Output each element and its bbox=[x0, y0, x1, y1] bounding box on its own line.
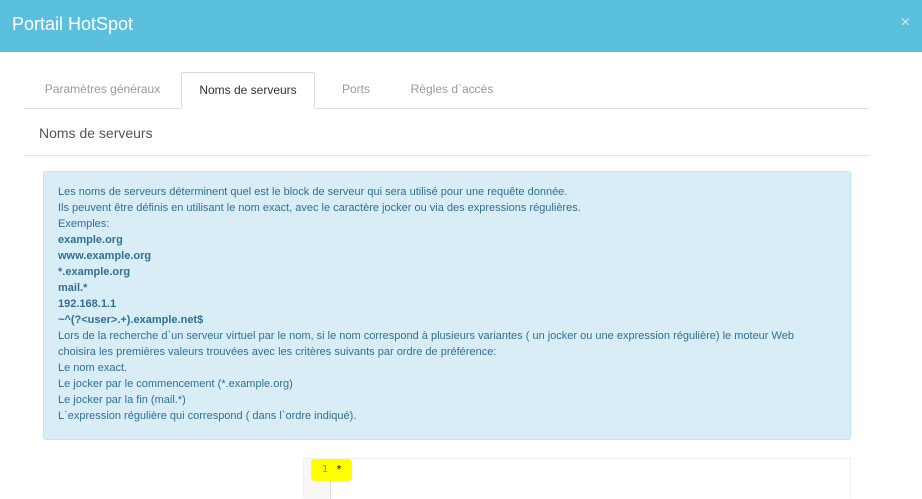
close-icon[interactable]: × bbox=[901, 14, 910, 32]
example-line: ~^(?<user>.+).example.net$ bbox=[58, 314, 204, 326]
example-line: 192.168.1.1 bbox=[58, 298, 117, 310]
example-line: mail.* bbox=[58, 282, 88, 294]
info-line: L`expression régulière qui correspond ( … bbox=[58, 410, 357, 422]
info-line: choisira les premières valeurs trouvées … bbox=[58, 346, 497, 358]
example-line: example.org bbox=[58, 234, 123, 246]
section-title: Noms de serveurs bbox=[39, 125, 153, 141]
tab-general-parameters[interactable]: Paramètres généraux bbox=[24, 72, 181, 107]
modal-header: Portail HotSpot × bbox=[0, 0, 922, 52]
code-editor[interactable]: 1 * bbox=[303, 458, 851, 499]
info-line: Les noms de serveurs déterminent quel es… bbox=[58, 186, 568, 198]
tab-bar: Paramètres généraux Noms de serveurs Por… bbox=[24, 72, 868, 109]
info-line: Ils peuvent être définis en utilisant le… bbox=[58, 202, 581, 214]
info-line: Le jocker par le commencement (*.example… bbox=[58, 378, 293, 390]
modal-title: Portail HotSpot bbox=[12, 14, 134, 34]
example-line: *.example.org bbox=[58, 266, 131, 278]
info-line: Le nom exact. bbox=[58, 362, 128, 374]
info-alert: Les noms de serveurs déterminent quel es… bbox=[43, 171, 851, 440]
section-header: Noms de serveurs bbox=[24, 108, 870, 156]
editor-content[interactable]: * bbox=[336, 464, 342, 475]
tab-ports[interactable]: Ports bbox=[315, 72, 397, 107]
tab-access-rules[interactable]: Règles d`accès bbox=[397, 72, 507, 107]
line-number: 1 bbox=[321, 464, 328, 475]
example-line: www.example.org bbox=[58, 250, 152, 262]
tab-server-names[interactable]: Noms de serveurs bbox=[181, 72, 315, 109]
info-line: Exemples: bbox=[58, 218, 110, 230]
info-line: Le jocker par la fin (mail.*) bbox=[58, 394, 186, 406]
info-line: Lors de la recherche d`un serveur virtue… bbox=[58, 330, 794, 342]
